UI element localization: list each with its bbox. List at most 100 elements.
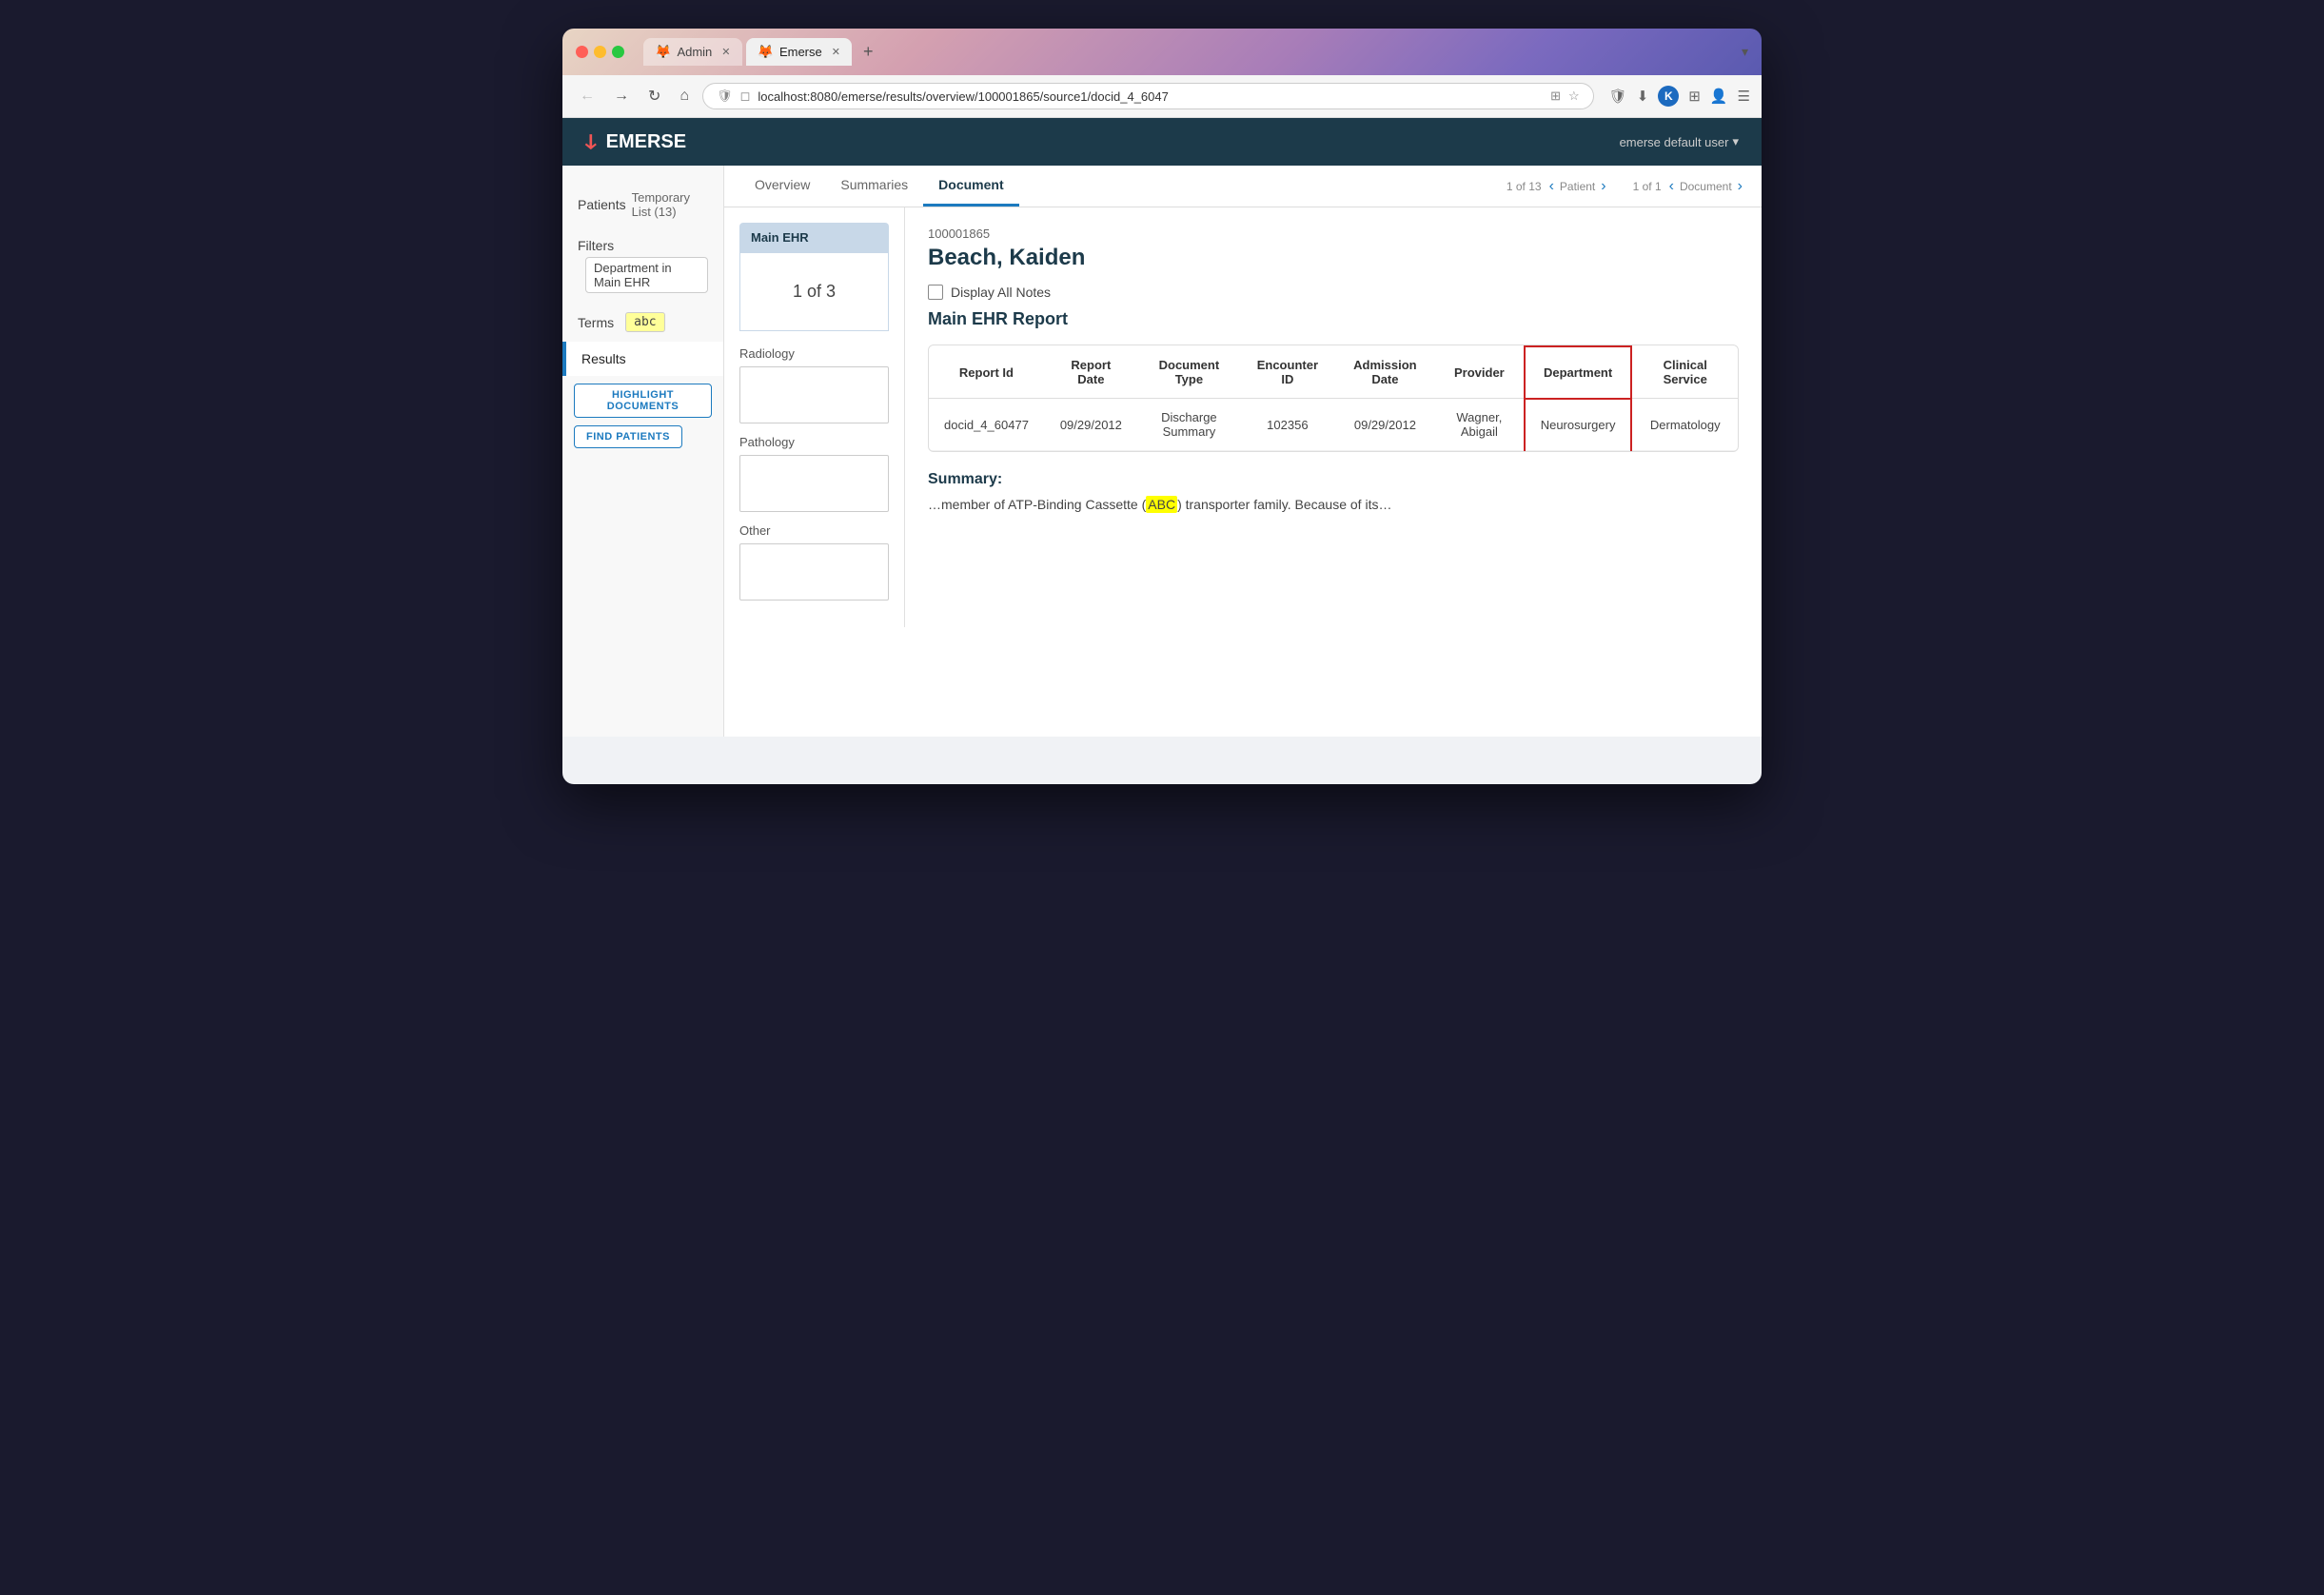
other-box[interactable] bbox=[739, 543, 889, 601]
col-report-date: Report Date bbox=[1044, 346, 1138, 399]
other-section: Other bbox=[739, 523, 889, 601]
find-patients-button[interactable]: FIND PATIENTS bbox=[574, 425, 682, 448]
app-title: EMERSE bbox=[606, 131, 686, 153]
browser-menu-icon[interactable]: ▾ bbox=[1742, 44, 1748, 60]
radiology-box[interactable] bbox=[739, 366, 889, 423]
results-buttons: HIGHLIGHT DOCUMENTS FIND PATIENTS bbox=[562, 376, 723, 456]
minimize-button[interactable] bbox=[594, 46, 606, 58]
col-department: Department bbox=[1525, 346, 1632, 399]
col-report-id: Report Id bbox=[929, 346, 1044, 399]
tab-admin[interactable]: 🦊 Admin ✕ bbox=[643, 38, 742, 66]
cell-encounter-id: 102356 bbox=[1240, 399, 1335, 451]
patient-pagination-nav[interactable]: ‹ Patient › bbox=[1546, 178, 1610, 195]
patient-pagination-info: 1 of 13 bbox=[1507, 180, 1542, 193]
user-menu[interactable]: emerse default user ▾ bbox=[1620, 134, 1739, 149]
summary-text-before: …member of ATP-Binding Cassette ( bbox=[928, 497, 1146, 512]
tab-emerse[interactable]: 🦊 Emerse ✕ bbox=[746, 38, 852, 66]
sidebar: Patients Temporary List (13) Filters Dep… bbox=[562, 166, 724, 737]
emerse-tab-icon: 🦊 bbox=[758, 44, 774, 60]
radiology-section: Radiology bbox=[739, 346, 889, 423]
patients-label: Patients bbox=[578, 197, 626, 212]
cell-doc-type: Discharge Summary bbox=[1138, 399, 1240, 451]
extensions-icon[interactable]: ⊞ bbox=[1688, 88, 1701, 105]
summary-section: Summary: …member of ATP-Binding Cassette… bbox=[928, 471, 1739, 515]
sidebar-item-terms[interactable]: Terms abc bbox=[562, 303, 723, 342]
document-prev-button[interactable]: ‹ bbox=[1665, 178, 1678, 195]
app-logo: ↆ EMERSE bbox=[585, 129, 686, 154]
close-button[interactable] bbox=[576, 46, 588, 58]
display-all-notes[interactable]: Display All Notes bbox=[928, 285, 1739, 300]
content-tabs: Overview Summaries Document 1 of 13 ‹ Pa… bbox=[724, 166, 1762, 207]
emerse-logo-icon: ↆ bbox=[585, 129, 597, 154]
main-ehr-count[interactable]: 1 of 3 bbox=[739, 252, 889, 331]
other-label: Other bbox=[739, 523, 889, 538]
patient-area: Main EHR 1 of 3 Radiology Pathology Othe… bbox=[724, 207, 1762, 627]
results-label: Results bbox=[581, 351, 626, 366]
vpn-icon[interactable]: 🛡 bbox=[1609, 88, 1627, 105]
patient-id: 100001865 bbox=[928, 226, 1739, 241]
document-nav-label: Document bbox=[1680, 180, 1732, 193]
app-body: Patients Temporary List (13) Filters Dep… bbox=[562, 166, 1762, 737]
col-doc-type: Document Type bbox=[1138, 346, 1240, 399]
traffic-lights[interactable] bbox=[576, 46, 624, 58]
patient-next-button[interactable]: › bbox=[1597, 178, 1609, 195]
tab-summaries[interactable]: Summaries bbox=[825, 166, 923, 207]
patient-name: Beach, Kaiden bbox=[928, 245, 1739, 271]
tab-admin-close[interactable]: ✕ bbox=[721, 46, 730, 58]
sidebar-item-filters[interactable]: Filters Department in Main EHR bbox=[562, 228, 723, 303]
terms-label: Terms bbox=[578, 315, 614, 330]
nav-icons: 🛡 ⬇ K ⊞ 👤 ☰ bbox=[1609, 86, 1750, 107]
grid-icon: ⊞ bbox=[1550, 89, 1561, 104]
pathology-section: Pathology bbox=[739, 435, 889, 512]
summary-text-after: ) transporter family. Because of its… bbox=[1177, 497, 1391, 512]
patients-value: Temporary List (13) bbox=[632, 190, 708, 219]
document-pagination-info: 1 of 1 bbox=[1633, 180, 1662, 193]
pathology-box[interactable] bbox=[739, 455, 889, 512]
back-button[interactable]: ← bbox=[574, 86, 601, 107]
cell-department: Neurosurgery bbox=[1525, 399, 1632, 451]
document-next-button[interactable]: › bbox=[1734, 178, 1746, 195]
tab-overview[interactable]: Overview bbox=[739, 166, 825, 207]
download-icon[interactable]: ⬇ bbox=[1637, 88, 1649, 105]
cell-report-date: 09/29/2012 bbox=[1044, 399, 1138, 451]
app-topbar: ↆ EMERSE emerse default user ▾ bbox=[562, 118, 1762, 166]
menu-icon[interactable]: ☰ bbox=[1738, 88, 1750, 105]
sidebar-item-results[interactable]: Results bbox=[562, 342, 723, 376]
tab-emerse-close[interactable]: ✕ bbox=[832, 46, 840, 58]
report-title: Main EHR Report bbox=[928, 309, 1739, 329]
account-icon[interactable]: K bbox=[1658, 86, 1679, 107]
cell-report-id: docid_4_60477 bbox=[929, 399, 1044, 451]
highlight-documents-button[interactable]: HIGHLIGHT DOCUMENTS bbox=[574, 384, 712, 418]
sidebar-item-patients[interactable]: Patients Temporary List (13) bbox=[562, 181, 723, 228]
display-all-notes-checkbox[interactable] bbox=[928, 285, 943, 300]
doc-detail: 100001865 Beach, Kaiden Display All Note… bbox=[905, 207, 1762, 627]
col-encounter-id: Encounter ID bbox=[1240, 346, 1335, 399]
user-dropdown-icon: ▾ bbox=[1732, 134, 1739, 149]
summary-highlight: ABC bbox=[1146, 496, 1177, 513]
patient-prev-button[interactable]: ‹ bbox=[1546, 178, 1558, 195]
table-row: docid_4_60477 09/29/2012 Discharge Summa… bbox=[929, 399, 1738, 451]
col-admission-date: Admission Date bbox=[1335, 346, 1435, 399]
reload-button[interactable]: ↻ bbox=[642, 85, 666, 108]
document-pagination-nav[interactable]: ‹ Document › bbox=[1665, 178, 1746, 195]
summary-title: Summary: bbox=[928, 471, 1739, 488]
col-provider: Provider bbox=[1435, 346, 1525, 399]
maximize-button[interactable] bbox=[612, 46, 624, 58]
source-panel: Main EHR 1 of 3 Radiology Pathology Othe… bbox=[724, 207, 905, 627]
tabs-left: Overview Summaries Document bbox=[739, 166, 1019, 207]
document-pagination: 1 of 1 ‹ Document › bbox=[1633, 178, 1746, 195]
tab-document[interactable]: Document bbox=[923, 166, 1018, 207]
col-clinical-service: Clinical Service bbox=[1631, 346, 1738, 399]
tab-admin-label: Admin bbox=[677, 45, 712, 59]
cell-admission-date: 09/29/2012 bbox=[1335, 399, 1435, 451]
address-bar[interactable]: 🛡 ◻ localhost:8080/emerse/results/overvi… bbox=[702, 83, 1594, 109]
patient-pagination: 1 of 13 ‹ Patient › bbox=[1507, 178, 1610, 195]
home-button[interactable]: ⌂ bbox=[674, 86, 695, 107]
forward-button[interactable]: → bbox=[608, 86, 635, 107]
profile-icon[interactable]: 👤 bbox=[1710, 88, 1728, 105]
new-tab-button[interactable]: + bbox=[856, 38, 881, 66]
lock-icon: ◻ bbox=[740, 89, 751, 104]
filters-label: Filters bbox=[578, 238, 614, 253]
display-all-notes-label: Display All Notes bbox=[951, 285, 1051, 300]
tabs-right: 1 of 13 ‹ Patient › 1 of 1 bbox=[1507, 178, 1746, 195]
